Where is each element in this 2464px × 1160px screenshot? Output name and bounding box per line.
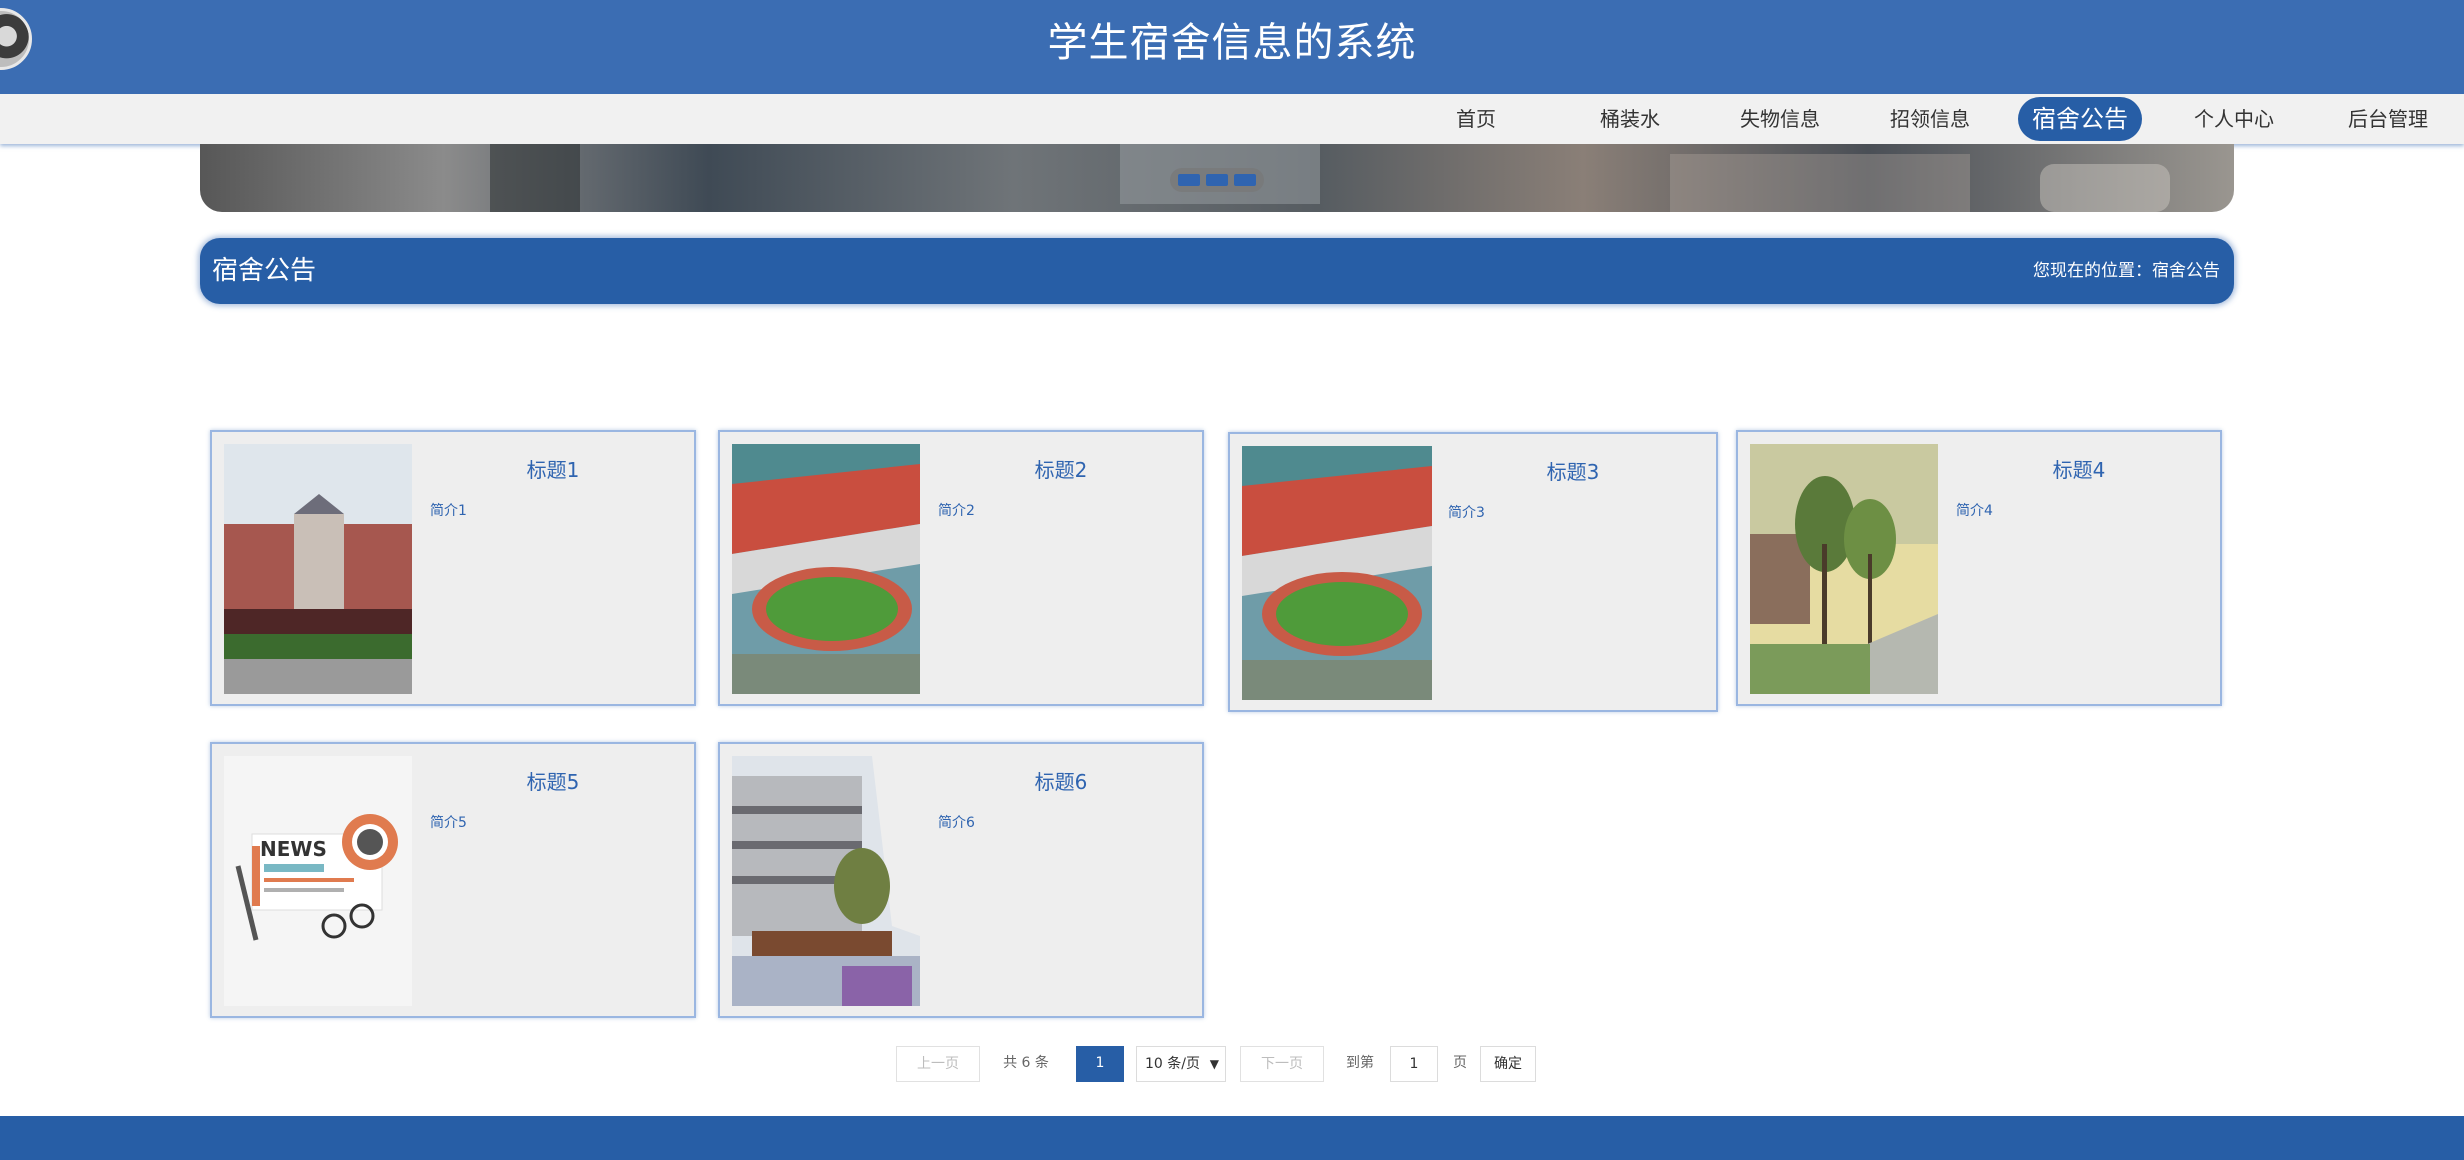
nav-item-found[interactable]: 招领信息 — [1880, 100, 1980, 138]
page-unit-label: 页 — [1453, 1055, 1467, 1071]
notice-card[interactable]: 标题3 简介3 — [1228, 432, 1718, 712]
nav-item-admin[interactable]: 后台管理 — [2338, 100, 2438, 138]
notice-desc: 简介6 — [938, 815, 975, 831]
notice-desc: 简介4 — [1956, 503, 1993, 519]
school-building-image — [224, 444, 412, 694]
notice-thumbnail — [732, 444, 920, 694]
notice-title[interactable]: 标题3 — [1440, 456, 1706, 485]
nav-item-notice[interactable]: 宿舍公告 — [2018, 97, 2142, 141]
top-nav: 首页 桶装水 失物信息 招领信息 宿舍公告 个人中心 后台管理 — [0, 94, 2464, 144]
goto-label: 到第 — [1346, 1055, 1374, 1071]
total-count: 共 6 条 — [1003, 1055, 1049, 1071]
notice-title[interactable]: 标题1 — [422, 454, 684, 483]
campus-aerial-image — [1242, 446, 1432, 700]
carousel-indicators — [1170, 168, 1264, 192]
news-illustration-image: NEWS — [224, 756, 412, 1006]
site-footer — [0, 1116, 2464, 1160]
notice-title[interactable]: 标题5 — [422, 766, 684, 795]
notice-thumbnail — [224, 444, 412, 694]
notice-card[interactable]: 标题6 简介6 — [718, 742, 1204, 1018]
notice-desc: 简介3 — [1448, 505, 1485, 521]
banner-carousel[interactable] — [200, 144, 2234, 212]
notice-card[interactable]: NEWS 标题5 简介5 — [210, 742, 696, 1018]
page-number-button[interactable]: 1 — [1076, 1046, 1124, 1082]
page-size-label: 10 条/页 — [1145, 1056, 1200, 1072]
carousel-dot[interactable] — [1178, 174, 1200, 186]
nav-item-profile[interactable]: 个人中心 — [2184, 100, 2284, 138]
notice-thumbnail — [1242, 446, 1432, 700]
prev-page-button[interactable]: 上一页 — [896, 1046, 980, 1082]
site-title: 学生宿舍信息的系统 — [1047, 20, 1417, 66]
notice-card[interactable]: 标题4 简介4 — [1736, 430, 2222, 706]
notice-thumbnail: NEWS — [224, 756, 412, 1006]
nav-item-water[interactable]: 桶装水 — [1590, 100, 1670, 138]
nav-item-home[interactable]: 首页 — [1436, 100, 1516, 138]
notice-desc: 简介5 — [430, 815, 467, 831]
page-size-select[interactable]: 10 条/页 ▼ — [1136, 1046, 1226, 1082]
goto-page-input[interactable]: 1 — [1390, 1046, 1438, 1082]
notice-card[interactable]: 标题2 简介2 — [718, 430, 1204, 706]
notice-thumbnail — [732, 756, 920, 1006]
carousel-dot[interactable] — [1234, 174, 1256, 186]
notice-title[interactable]: 标题2 — [930, 454, 1192, 483]
campus-aerial-image — [732, 444, 920, 694]
site-header: 学生宿舍信息的系统 — [0, 0, 2464, 94]
notice-thumbnail — [1750, 444, 1938, 694]
campus-trees-image — [1750, 444, 1938, 694]
nav-item-lost[interactable]: 失物信息 — [1730, 100, 1830, 138]
next-page-button[interactable]: 下一页 — [1240, 1046, 1324, 1082]
notice-card[interactable]: 标题1 简介1 — [210, 430, 696, 706]
campus-courtyard-image — [732, 756, 920, 1006]
section-header: 宿舍公告 您现在的位置：宿舍公告 — [200, 238, 2234, 304]
breadcrumb: 您现在的位置：宿舍公告 — [2033, 261, 2220, 281]
svg-text:NEWS: NEWS — [260, 837, 327, 861]
section-title: 宿舍公告 — [212, 256, 317, 286]
notice-title[interactable]: 标题6 — [930, 766, 1192, 795]
notice-desc: 简介2 — [938, 503, 975, 519]
chevron-down-icon: ▼ — [1209, 1057, 1219, 1071]
confirm-goto-button[interactable]: 确定 — [1480, 1046, 1536, 1082]
notice-title[interactable]: 标题4 — [1948, 454, 2210, 483]
carousel-dot[interactable] — [1206, 174, 1228, 186]
notice-desc: 简介1 — [430, 503, 467, 519]
